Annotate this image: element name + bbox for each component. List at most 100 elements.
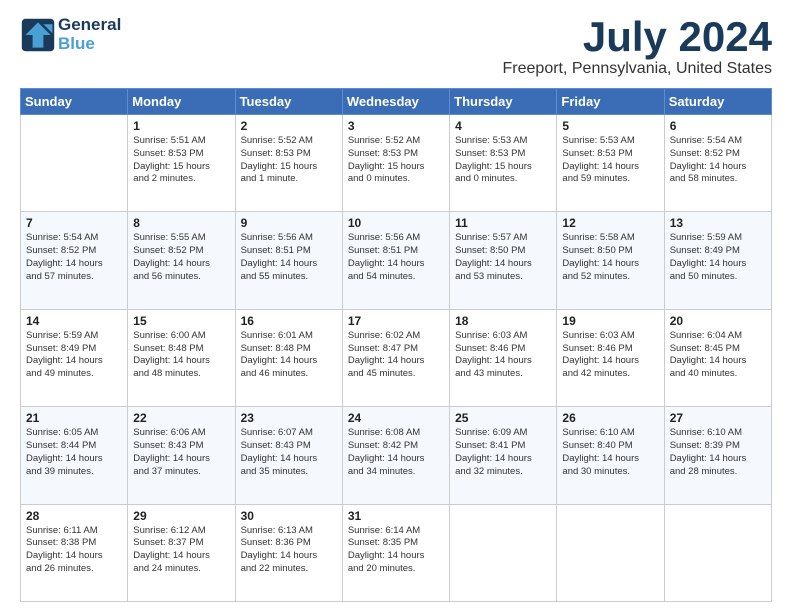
cell-info: Sunrise: 6:09 AM Sunset: 8:41 PM Dayligh…: [455, 427, 551, 478]
day-number: 29: [133, 509, 229, 523]
calendar-cell: 24 Sunrise: 6:08 AM Sunset: 8:42 PM Dayli…: [342, 407, 449, 504]
logo-icon: [20, 17, 56, 53]
calendar-cell: 8 Sunrise: 5:55 AM Sunset: 8:52 PM Daylig…: [128, 212, 235, 309]
cell-info: Sunrise: 5:54 AM Sunset: 8:52 PM Dayligh…: [670, 135, 766, 186]
day-number: 6: [670, 119, 766, 133]
day-number: 24: [348, 411, 444, 425]
calendar-cell: 27 Sunrise: 6:10 AM Sunset: 8:39 PM Dayli…: [664, 407, 771, 504]
day-number: 23: [241, 411, 337, 425]
cell-info: Sunrise: 6:01 AM Sunset: 8:48 PM Dayligh…: [241, 330, 337, 381]
calendar-cell: 28 Sunrise: 6:11 AM Sunset: 8:38 PM Dayli…: [21, 504, 128, 601]
day-number: 17: [348, 314, 444, 328]
logo-text-line1: General: [58, 16, 121, 35]
cell-info: Sunrise: 5:53 AM Sunset: 8:53 PM Dayligh…: [562, 135, 658, 186]
title-block: July 2024 Freeport, Pennsylvania, United…: [503, 16, 772, 78]
calendar-cell: 11 Sunrise: 5:57 AM Sunset: 8:50 PM Dayli…: [450, 212, 557, 309]
calendar-cell: 1 Sunrise: 5:51 AM Sunset: 8:53 PM Daylig…: [128, 115, 235, 212]
calendar-cell: 3 Sunrise: 5:52 AM Sunset: 8:53 PM Daylig…: [342, 115, 449, 212]
day-number: 18: [455, 314, 551, 328]
day-number: 19: [562, 314, 658, 328]
col-friday: Friday: [557, 89, 664, 115]
cell-info: Sunrise: 6:06 AM Sunset: 8:43 PM Dayligh…: [133, 427, 229, 478]
calendar-cell: 10 Sunrise: 5:56 AM Sunset: 8:51 PM Dayli…: [342, 212, 449, 309]
calendar-table: Sunday Monday Tuesday Wednesday Thursday…: [20, 88, 772, 602]
day-number: 7: [26, 216, 122, 230]
calendar-cell: 20 Sunrise: 6:04 AM Sunset: 8:45 PM Dayli…: [664, 309, 771, 406]
calendar-cell: 15Sunrise: 6:00 AM Sunset: 8:48 PM Dayli…: [128, 309, 235, 406]
logo: General Blue: [20, 16, 121, 53]
day-number: 26: [562, 411, 658, 425]
day-number: 12: [562, 216, 658, 230]
calendar-cell: 22 Sunrise: 6:06 AM Sunset: 8:43 PM Dayli…: [128, 407, 235, 504]
cell-info: Sunrise: 5:56 AM Sunset: 8:51 PM Dayligh…: [348, 232, 444, 283]
calendar-cell: 21 Sunrise: 6:05 AM Sunset: 8:44 PM Dayli…: [21, 407, 128, 504]
calendar-cell: 9Sunrise: 5:56 AM Sunset: 8:51 PM Daylig…: [235, 212, 342, 309]
day-number: 30: [241, 509, 337, 523]
cell-info: Sunrise: 5:55 AM Sunset: 8:52 PM Dayligh…: [133, 232, 229, 283]
calendar-week-1: 1 Sunrise: 5:51 AM Sunset: 8:53 PM Daylig…: [21, 115, 772, 212]
calendar-cell: 19 Sunrise: 6:03 AM Sunset: 8:46 PM Dayli…: [557, 309, 664, 406]
calendar-cell: 16 Sunrise: 6:01 AM Sunset: 8:48 PM Dayli…: [235, 309, 342, 406]
cell-info: Sunrise: 5:56 AM Sunset: 8:51 PM Dayligh…: [241, 232, 337, 283]
calendar-cell: 2Sunrise: 5:52 AM Sunset: 8:53 PM Daylig…: [235, 115, 342, 212]
cell-info: Sunrise: 5:52 AM Sunset: 8:53 PM Dayligh…: [241, 135, 337, 186]
calendar-cell: [664, 504, 771, 601]
cell-info: Sunrise: 6:10 AM Sunset: 8:39 PM Dayligh…: [670, 427, 766, 478]
calendar-cell: 30 Sunrise: 6:13 AM Sunset: 8:36 PM Dayli…: [235, 504, 342, 601]
day-number: 1: [133, 119, 229, 133]
day-number: 15: [133, 314, 229, 328]
col-wednesday: Wednesday: [342, 89, 449, 115]
calendar-cell: 29 Sunrise: 6:12 AM Sunset: 8:37 PM Dayli…: [128, 504, 235, 601]
calendar-cell: 25Sunrise: 6:09 AM Sunset: 8:41 PM Dayli…: [450, 407, 557, 504]
cell-info: Sunrise: 6:02 AM Sunset: 8:47 PM Dayligh…: [348, 330, 444, 381]
cell-info: Sunrise: 5:58 AM Sunset: 8:50 PM Dayligh…: [562, 232, 658, 283]
day-number: 22: [133, 411, 229, 425]
cell-info: Sunrise: 5:51 AM Sunset: 8:53 PM Dayligh…: [133, 135, 229, 186]
calendar-cell: 18 Sunrise: 6:03 AM Sunset: 8:46 PM Dayli…: [450, 309, 557, 406]
calendar-cell: [450, 504, 557, 601]
cell-info: Sunrise: 5:53 AM Sunset: 8:53 PM Dayligh…: [455, 135, 551, 186]
cell-info: Sunrise: 5:59 AM Sunset: 8:49 PM Dayligh…: [26, 330, 122, 381]
day-number: 28: [26, 509, 122, 523]
day-number: 27: [670, 411, 766, 425]
cell-info: Sunrise: 6:07 AM Sunset: 8:43 PM Dayligh…: [241, 427, 337, 478]
day-number: 21: [26, 411, 122, 425]
cell-info: Sunrise: 6:14 AM Sunset: 8:35 PM Dayligh…: [348, 525, 444, 576]
cell-info: Sunrise: 6:11 AM Sunset: 8:38 PM Dayligh…: [26, 525, 122, 576]
header: General Blue July 2024 Freeport, Pennsyl…: [20, 16, 772, 78]
calendar-week-2: 7Sunrise: 5:54 AM Sunset: 8:52 PM Daylig…: [21, 212, 772, 309]
day-number: 11: [455, 216, 551, 230]
day-number: 10: [348, 216, 444, 230]
cell-info: Sunrise: 6:10 AM Sunset: 8:40 PM Dayligh…: [562, 427, 658, 478]
calendar-week-4: 21 Sunrise: 6:05 AM Sunset: 8:44 PM Dayli…: [21, 407, 772, 504]
cell-info: Sunrise: 6:08 AM Sunset: 8:42 PM Dayligh…: [348, 427, 444, 478]
col-saturday: Saturday: [664, 89, 771, 115]
calendar-cell: 7Sunrise: 5:54 AM Sunset: 8:52 PM Daylig…: [21, 212, 128, 309]
cell-info: Sunrise: 5:57 AM Sunset: 8:50 PM Dayligh…: [455, 232, 551, 283]
calendar-cell: 13Sunrise: 5:59 AM Sunset: 8:49 PM Dayli…: [664, 212, 771, 309]
cell-info: Sunrise: 6:04 AM Sunset: 8:45 PM Dayligh…: [670, 330, 766, 381]
calendar-cell: 12 Sunrise: 5:58 AM Sunset: 8:50 PM Dayli…: [557, 212, 664, 309]
cell-info: Sunrise: 5:52 AM Sunset: 8:53 PM Dayligh…: [348, 135, 444, 186]
calendar-week-5: 28 Sunrise: 6:11 AM Sunset: 8:38 PM Dayli…: [21, 504, 772, 601]
day-number: 3: [348, 119, 444, 133]
col-tuesday: Tuesday: [235, 89, 342, 115]
cell-info: Sunrise: 6:12 AM Sunset: 8:37 PM Dayligh…: [133, 525, 229, 576]
calendar-cell: 6 Sunrise: 5:54 AM Sunset: 8:52 PM Daylig…: [664, 115, 771, 212]
calendar-cell: 14 Sunrise: 5:59 AM Sunset: 8:49 PM Dayli…: [21, 309, 128, 406]
calendar-cell: 23 Sunrise: 6:07 AM Sunset: 8:43 PM Dayli…: [235, 407, 342, 504]
day-number: 8: [133, 216, 229, 230]
cell-info: Sunrise: 6:03 AM Sunset: 8:46 PM Dayligh…: [455, 330, 551, 381]
logo-text-line2: Blue: [58, 35, 121, 54]
calendar-location: Freeport, Pennsylvania, United States: [503, 60, 772, 78]
cell-info: Sunrise: 6:03 AM Sunset: 8:46 PM Dayligh…: [562, 330, 658, 381]
cell-info: Sunrise: 6:05 AM Sunset: 8:44 PM Dayligh…: [26, 427, 122, 478]
day-number: 13: [670, 216, 766, 230]
day-number: 20: [670, 314, 766, 328]
col-monday: Monday: [128, 89, 235, 115]
cell-info: Sunrise: 6:13 AM Sunset: 8:36 PM Dayligh…: [241, 525, 337, 576]
calendar-cell: [557, 504, 664, 601]
day-number: 16: [241, 314, 337, 328]
calendar-title: July 2024: [503, 16, 772, 58]
day-number: 14: [26, 314, 122, 328]
